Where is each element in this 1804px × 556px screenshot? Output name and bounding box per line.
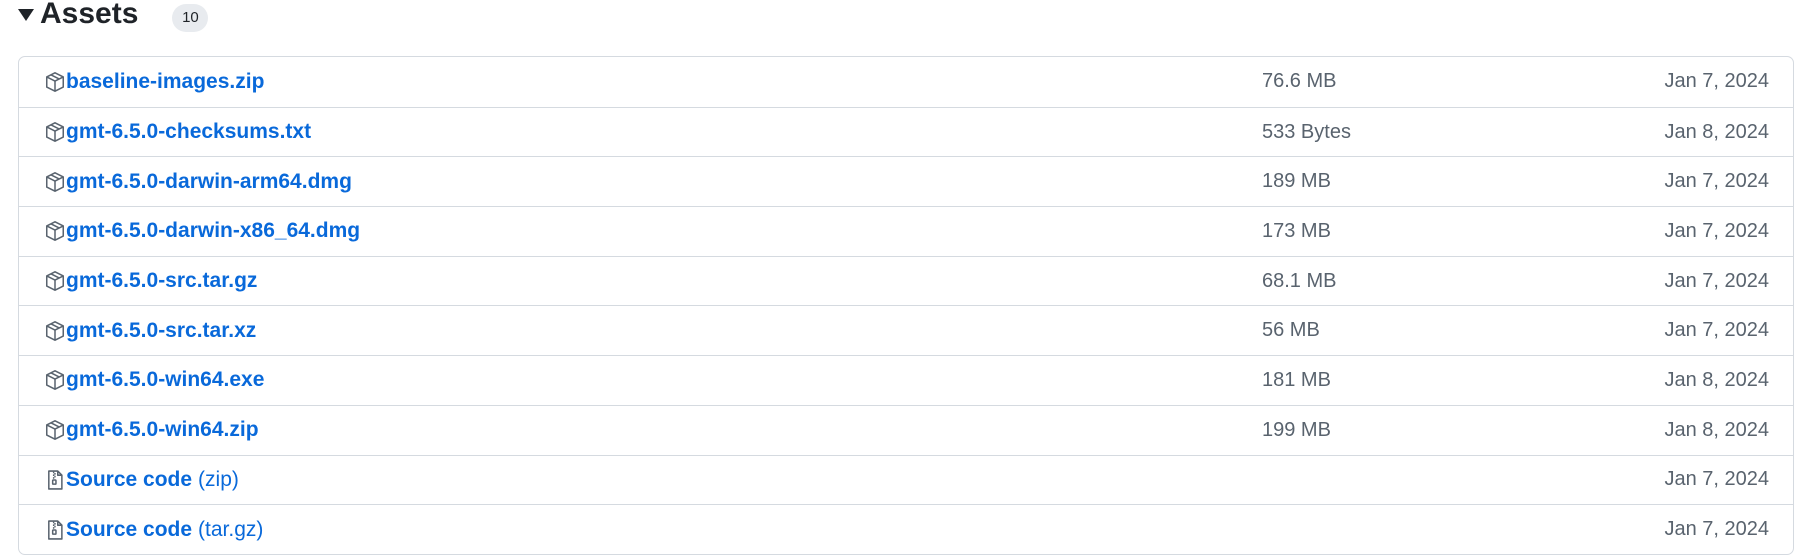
asset-row: gmt-6.5.0-win64.zip 199 MB Jan 8, 2024 (19, 404, 1793, 455)
asset-format: (zip) (198, 467, 239, 491)
asset-date: Jan 7, 2024 (1664, 170, 1769, 193)
asset-row: gmt-6.5.0-win64.exe 181 MB Jan 8, 2024 (19, 355, 1793, 405)
asset-name-cell: Source code (tar.gz) (44, 505, 263, 554)
asset-size: 199 MB (1262, 418, 1331, 441)
asset-row: gmt-6.5.0-checksums.txt 533 Bytes Jan 8,… (19, 106, 1793, 157)
asset-name-cell: gmt-6.5.0-checksums.txt (44, 108, 311, 157)
asset-name: gmt-6.5.0-darwin-arm64.dmg (66, 169, 352, 193)
asset-name-cell: Source code (zip) (44, 456, 239, 505)
asset-download-link[interactable]: gmt-6.5.0-win64.exe (66, 366, 264, 394)
asset-name-cell: gmt-6.5.0-win64.zip (44, 406, 259, 455)
package-icon (44, 170, 66, 194)
caret-down-icon (18, 9, 34, 21)
asset-row: gmt-6.5.0-src.tar.xz 56 MB Jan 7, 2024 (19, 305, 1793, 355)
asset-date: Jan 7, 2024 (1664, 70, 1769, 93)
file-zip-icon (44, 468, 66, 492)
asset-row: baseline-images.zip 76.6 MB Jan 7, 2024 (19, 57, 1793, 107)
source-code-targz-link[interactable]: Source code (tar.gz) (66, 516, 263, 544)
asset-name: gmt-6.5.0-win64.zip (66, 418, 259, 442)
assets-list: baseline-images.zip 76.6 MB Jan 7, 2024 … (18, 56, 1794, 555)
package-icon (44, 269, 66, 293)
release-assets-section: Assets 10 baseline-images.zip 76.6 MB Ja… (0, 0, 1804, 556)
assets-count-badge: 10 (172, 4, 209, 32)
asset-row: Source code (zip) Jan 7, 2024 (19, 454, 1793, 505)
package-icon (44, 418, 66, 442)
asset-row: gmt-6.5.0-src.tar.gz 68.1 MB Jan 7, 2024 (19, 255, 1793, 306)
asset-date: Jan 7, 2024 (1664, 219, 1769, 242)
asset-name: gmt-6.5.0-checksums.txt (66, 120, 312, 144)
package-icon (44, 368, 66, 392)
asset-size: 76.6 MB (1262, 70, 1337, 93)
asset-size: 68.1 MB (1262, 269, 1337, 292)
asset-row: Source code (tar.gz) Jan 7, 2024 (19, 504, 1793, 554)
asset-name: Source code (66, 467, 193, 491)
asset-date: Jan 8, 2024 (1664, 368, 1769, 391)
asset-name: Source code (66, 517, 193, 541)
asset-name-cell: gmt-6.5.0-darwin-arm64.dmg (44, 157, 352, 206)
asset-name-cell: gmt-6.5.0-darwin-x86_64.dmg (44, 207, 360, 256)
source-code-zip-link[interactable]: Source code (zip) (66, 466, 239, 494)
asset-download-link[interactable]: gmt-6.5.0-darwin-arm64.dmg (66, 168, 352, 196)
asset-name-cell: gmt-6.5.0-win64.exe (44, 356, 264, 405)
package-icon (44, 70, 66, 94)
package-icon (44, 219, 66, 243)
asset-size: 533 Bytes (1262, 120, 1351, 143)
asset-size: 189 MB (1262, 170, 1331, 193)
asset-download-link[interactable]: gmt-6.5.0-src.tar.gz (66, 267, 257, 295)
asset-date: Jan 7, 2024 (1664, 518, 1769, 541)
asset-date: Jan 8, 2024 (1664, 418, 1769, 441)
asset-size: 181 MB (1262, 368, 1331, 391)
asset-download-link[interactable]: gmt-6.5.0-darwin-x86_64.dmg (66, 217, 360, 245)
asset-name-cell: gmt-6.5.0-src.tar.xz (44, 306, 256, 355)
asset-row: gmt-6.5.0-darwin-arm64.dmg 189 MB Jan 7,… (19, 156, 1793, 206)
asset-name: gmt-6.5.0-src.tar.xz (66, 318, 257, 342)
asset-name-cell: baseline-images.zip (44, 57, 264, 107)
asset-date: Jan 7, 2024 (1664, 319, 1769, 342)
asset-date: Jan 8, 2024 (1664, 120, 1769, 143)
asset-name: gmt-6.5.0-win64.exe (66, 368, 265, 392)
asset-download-link[interactable]: baseline-images.zip (66, 68, 264, 96)
asset-date: Jan 7, 2024 (1664, 269, 1769, 292)
file-zip-icon (44, 518, 66, 542)
asset-size: 173 MB (1262, 219, 1331, 242)
asset-download-link[interactable]: gmt-6.5.0-win64.zip (66, 416, 259, 444)
asset-name: gmt-6.5.0-src.tar.gz (66, 269, 258, 293)
package-icon (44, 120, 66, 144)
asset-format: (tar.gz) (198, 517, 264, 541)
asset-row: gmt-6.5.0-darwin-x86_64.dmg 173 MB Jan 7… (19, 206, 1793, 256)
asset-download-link[interactable]: gmt-6.5.0-src.tar.xz (66, 317, 256, 345)
package-icon (44, 319, 66, 343)
asset-date: Jan 7, 2024 (1664, 468, 1769, 491)
asset-size: 56 MB (1262, 319, 1320, 342)
asset-name: gmt-6.5.0-darwin-x86_64.dmg (66, 219, 361, 243)
asset-name: baseline-images.zip (66, 69, 265, 93)
asset-download-link[interactable]: gmt-6.5.0-checksums.txt (66, 118, 311, 146)
assets-toggle[interactable]: Assets 10 (18, 0, 209, 32)
assets-title: Assets (40, 0, 139, 30)
asset-name-cell: gmt-6.5.0-src.tar.gz (44, 257, 257, 306)
